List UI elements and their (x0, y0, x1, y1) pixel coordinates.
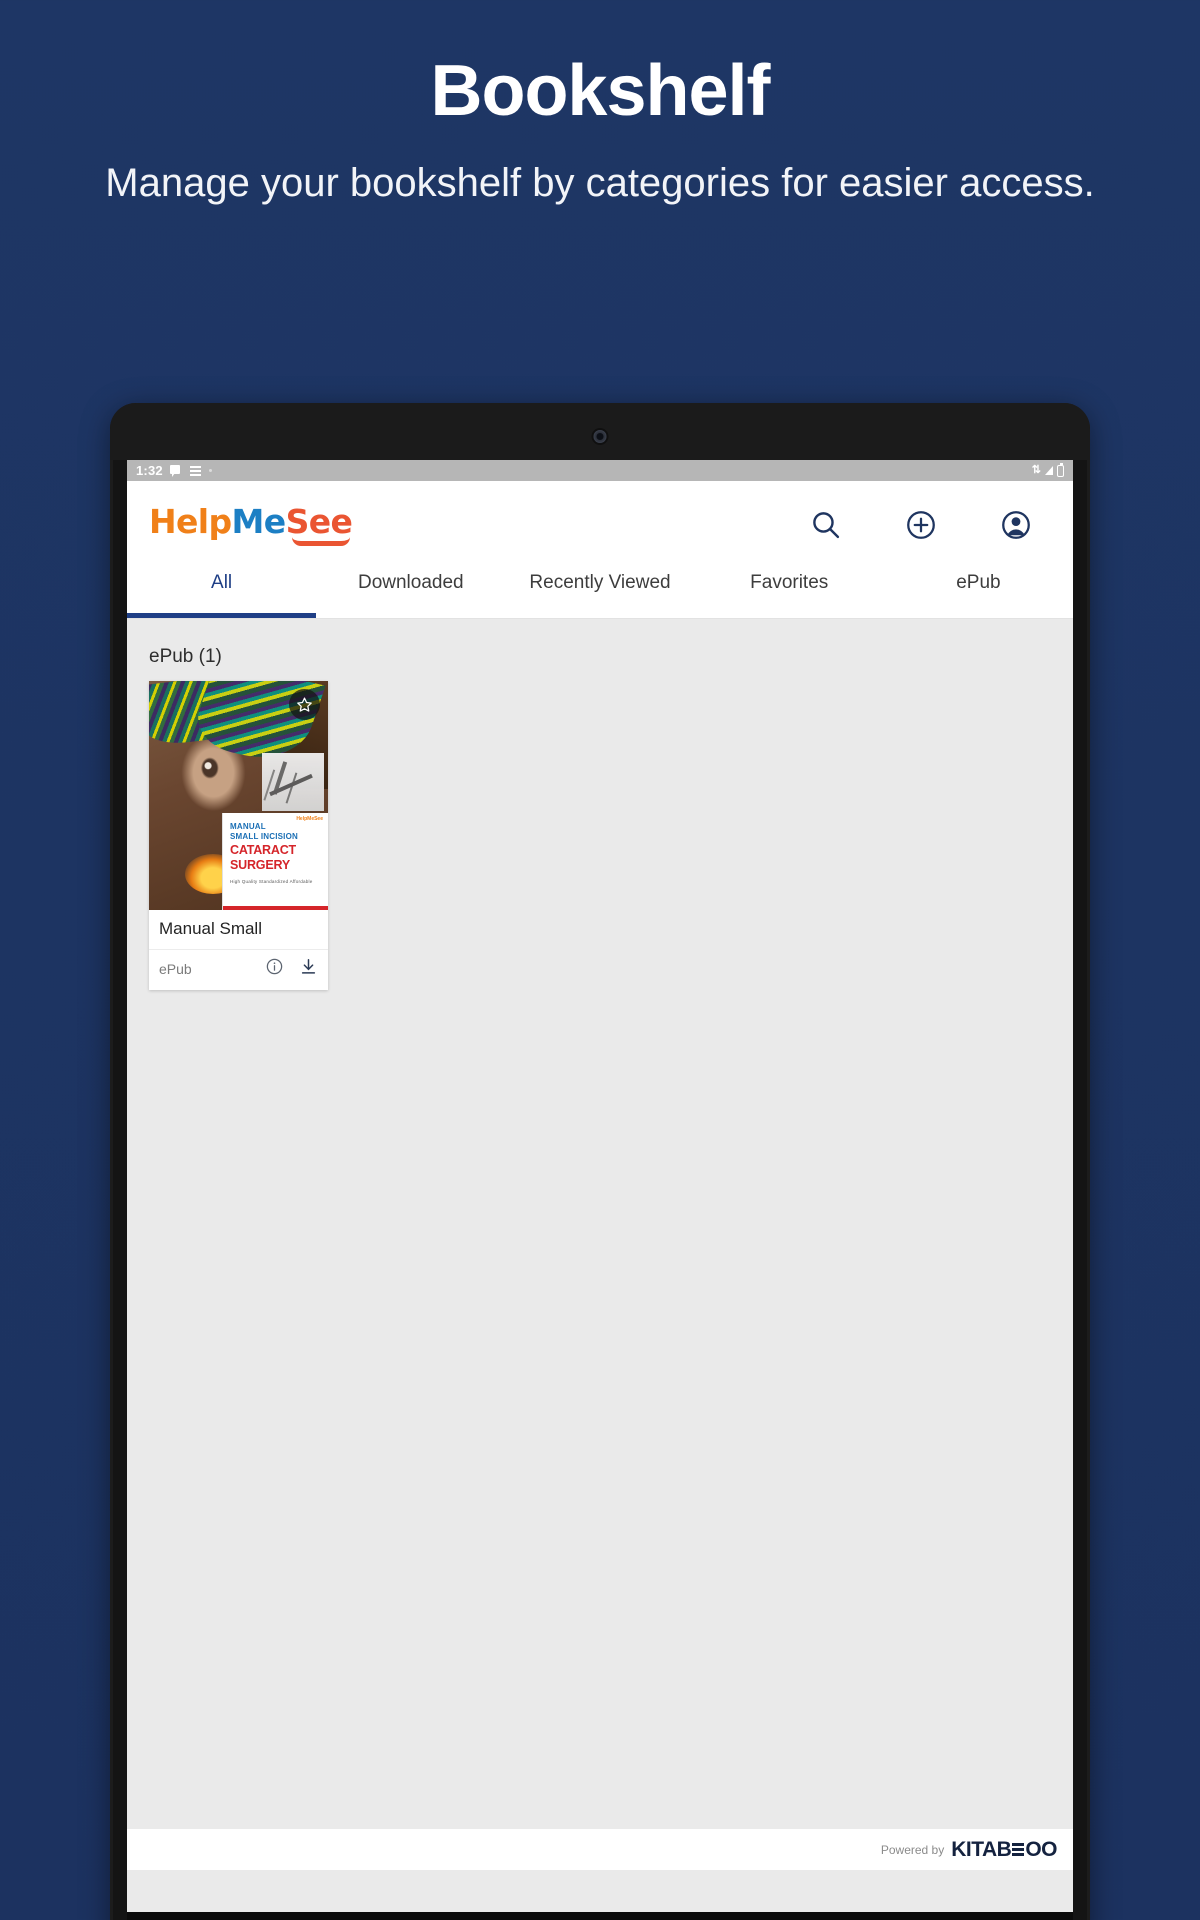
tab-label: Downloaded (357, 572, 464, 593)
status-bar-left: 1:32 (136, 463, 212, 478)
app-bar-actions (807, 506, 1049, 544)
section-label-epub: ePub (1) (149, 646, 222, 667)
powered-by-label: Powered by (880, 1842, 945, 1857)
cover-bottom-bar (223, 906, 328, 910)
device-screen: 1:32 ⇅ HelpMeSee All Downloaded Recently… (127, 460, 1073, 1912)
download-icon[interactable] (299, 957, 318, 981)
cover-line-2: SMALL INCISION (230, 831, 298, 841)
info-icon[interactable] (265, 957, 284, 981)
tab-bar: All Downloaded Recently Viewed Favorites… (127, 568, 1073, 619)
book-card-meta: ePub (149, 949, 328, 990)
status-bar-right: ⇅ (1031, 462, 1064, 477)
status-bar: 1:32 ⇅ (127, 460, 1073, 481)
book-format: ePub (159, 961, 192, 977)
tab-label: Favorites (750, 572, 829, 593)
tab-favorites[interactable]: Favorites (695, 568, 884, 618)
app-bar: HelpMeSee (127, 481, 1073, 568)
page-subtitle: Manage your bookshelf by categories for … (105, 161, 1095, 206)
favorite-button[interactable] (289, 689, 320, 720)
bookshelf-content: ePub (1) HelpMeSee MANUAL SMALL INCISION… (127, 619, 1073, 1870)
tab-active-indicator (127, 613, 317, 618)
logo-part-help: Help (149, 501, 232, 541)
kitaboo-brand-left: KITAB (951, 1837, 1012, 1861)
book-card[interactable]: HelpMeSee MANUAL SMALL INCISION CATARACT… (149, 681, 328, 990)
book-title: Manual Small (159, 919, 262, 938)
cover-line-1: MANUAL (230, 822, 266, 831)
battery-icon (1057, 462, 1064, 477)
logo-part-see: See (285, 501, 353, 541)
tab-all[interactable]: All (127, 568, 316, 618)
dot-icon (208, 469, 212, 472)
cover-inner-brand: HelpMeSee (296, 816, 323, 822)
logo-part-me: Me (231, 501, 287, 541)
tab-label: ePub (956, 572, 1001, 593)
kitaboo-e-glyph (1012, 1842, 1025, 1858)
tab-downloaded[interactable]: Downloaded (316, 568, 505, 618)
list-icon (189, 465, 202, 477)
book-card-body: Manual Small (149, 910, 328, 943)
account-icon[interactable] (997, 506, 1035, 544)
wifi-icon (1045, 466, 1053, 475)
cover-line-3: CATARACT (230, 842, 296, 857)
powered-by-footer: Powered by KITAB OO (127, 1829, 1073, 1870)
tab-label: All (211, 572, 233, 593)
tab-label: Recently Viewed (529, 572, 671, 593)
cover-line-4: SURGERY (230, 857, 290, 872)
page-title: Bookshelf (430, 51, 770, 131)
front-camera-icon (593, 430, 607, 443)
status-time: 1:32 (136, 463, 163, 478)
kitaboo-brand-right: OO (1025, 1837, 1057, 1861)
logo-smile-icon (292, 537, 351, 546)
device-top-bezel (110, 403, 1090, 460)
cover-tagline: High Quality Standardized Affordable (230, 878, 313, 884)
cover-inner-book: HelpMeSee MANUAL SMALL INCISION CATARACT… (222, 813, 328, 910)
android-nav-bar (127, 1912, 1073, 1920)
tab-recently-viewed[interactable]: Recently Viewed (505, 568, 694, 618)
tab-epub[interactable]: ePub (884, 568, 1073, 618)
updown-arrows-icon: ⇅ (1031, 464, 1041, 476)
book-cover[interactable]: HelpMeSee MANUAL SMALL INCISION CATARACT… (149, 681, 328, 910)
promo-header: Bookshelf Manage your bookshelf by categ… (0, 0, 1200, 210)
kitaboo-brand: KITAB OO (951, 1838, 1057, 1862)
helpmesee-logo[interactable]: HelpMeSee (149, 501, 353, 546)
add-icon[interactable] (902, 506, 940, 544)
tablet-device-frame: 1:32 ⇅ HelpMeSee All Downloaded Recently… (110, 403, 1090, 1920)
book-meta-icons (265, 957, 318, 981)
search-icon[interactable] (807, 506, 845, 544)
cover-instruments (262, 753, 324, 811)
chat-icon (169, 464, 183, 477)
